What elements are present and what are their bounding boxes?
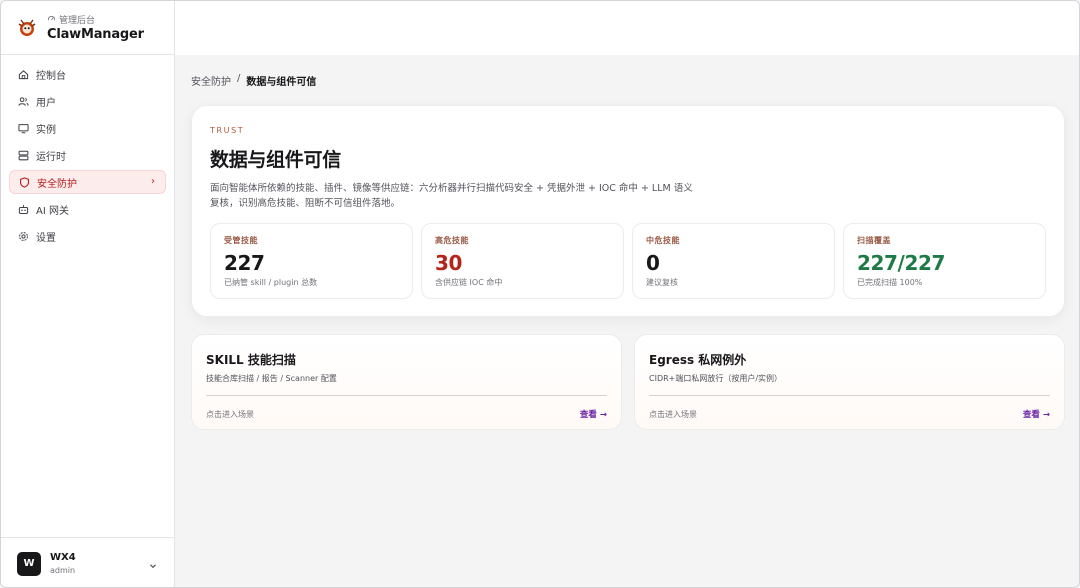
user-role: admin	[50, 566, 76, 575]
chevron-down-icon[interactable]	[148, 556, 158, 575]
dashboard-gauge-icon	[47, 14, 56, 26]
card-hint: 点击进入场景	[649, 409, 697, 419]
stat-label: 受管技能	[224, 236, 258, 245]
stat-card-high-risk: 高危技能 30 含供应链 IOC 命中	[421, 223, 624, 299]
brand-name: ClawManager	[47, 27, 144, 42]
stat-value: 30	[435, 251, 463, 275]
chevron-right-icon: ›	[151, 176, 155, 187]
sidebar-item-security[interactable]: 安全防护 ›	[9, 170, 166, 194]
divider	[206, 395, 607, 396]
user-name: WX4	[50, 552, 76, 563]
card-title: Egress 私网例外	[649, 353, 747, 367]
stat-value: 227/227	[857, 251, 946, 275]
view-link[interactable]: 查看 →	[1023, 408, 1050, 420]
stat-card-medium-risk: 中危技能 0 建议复核	[632, 223, 835, 299]
sidebar-nav: 控制台 用户 实例 运行时 安全防护 › AI 网关 设置	[1, 55, 174, 258]
sidebar-item-settings[interactable]: 设置	[9, 224, 166, 248]
top-bar	[175, 1, 1079, 55]
section-eyebrow: TRUST	[210, 126, 245, 135]
sidebar-item-ai-gateway[interactable]: AI 网关	[9, 197, 166, 221]
stats-row: 受管技能 227 已纳管 skill / plugin 总数 高危技能 30 含…	[210, 223, 1046, 299]
brand-subtitle: 管理后台	[59, 16, 96, 26]
page-title: 数据与组件可信	[210, 149, 341, 171]
sidebar-item-label: 设置	[36, 232, 56, 244]
sidebar-item-console[interactable]: 控制台	[9, 62, 166, 86]
sidebar-item-runtime[interactable]: 运行时	[9, 143, 166, 167]
avatar: W	[17, 551, 41, 576]
card-subtitle: 技能合库扫描 / 报告 / Scanner 配置	[206, 374, 337, 383]
stat-note: 含供应链 IOC 命中	[435, 278, 503, 287]
scenario-card-egress-exceptions[interactable]: Egress 私网例外 CIDR+端口私网放行（按用户/实例） 点击进入场景 查…	[634, 334, 1065, 430]
gear-icon	[18, 231, 29, 242]
sidebar-item-label: 用户	[36, 97, 56, 109]
server-icon	[18, 150, 29, 161]
view-link[interactable]: 查看 →	[580, 408, 607, 420]
home-icon	[18, 69, 29, 80]
card-title: SKILL 技能扫描	[206, 353, 296, 367]
stat-value: 0	[646, 251, 660, 275]
sidebar-item-label: 实例	[36, 124, 56, 136]
monitor-icon	[18, 123, 29, 134]
sidebar: 管理后台 ClawManager 控制台 用户 实例 运行时 安全防护 › AI…	[1, 1, 175, 587]
stat-note: 已纳管 skill / plugin 总数	[224, 278, 318, 287]
sidebar-item-label: 运行时	[36, 151, 66, 163]
card-subtitle: CIDR+端口私网放行（按用户/实例）	[649, 374, 783, 383]
app-window: 管理后台 ClawManager 控制台 用户 实例 运行时 安全防护 › AI…	[0, 0, 1080, 588]
stat-value: 227	[224, 251, 265, 275]
user-menu[interactable]: W WX4 admin	[1, 537, 174, 587]
sidebar-item-users[interactable]: 用户	[9, 89, 166, 113]
card-hint: 点击进入场景	[206, 409, 254, 419]
scenario-cards: SKILL 技能扫描 技能合库扫描 / 报告 / Scanner 配置 点击进入…	[191, 334, 1065, 430]
bot-icon	[18, 204, 29, 215]
breadcrumb-parent[interactable]: 安全防护	[191, 73, 231, 88]
breadcrumb-separator: /	[237, 73, 241, 84]
stat-card-scan-coverage: 扫描覆盖 227/227 已完成扫描 100%	[843, 223, 1046, 299]
users-icon	[18, 96, 29, 107]
sidebar-item-label: 控制台	[36, 70, 66, 82]
sidebar-item-instances[interactable]: 实例	[9, 116, 166, 140]
main-content: 安全防护 / 数据与组件可信 TRUST 数据与组件可信 面向智能体所依赖的技能…	[191, 55, 1065, 430]
scenario-card-skill-scan[interactable]: SKILL 技能扫描 技能合库扫描 / 报告 / Scanner 配置 点击进入…	[191, 334, 622, 430]
breadcrumb: 安全防护 / 数据与组件可信	[191, 73, 1065, 88]
breadcrumb-current: 数据与组件可信	[246, 77, 317, 88]
stat-label: 扫描覆盖	[857, 236, 891, 245]
claw-logo-icon	[15, 16, 39, 40]
page-description: 面向智能体所依赖的技能、插件、镜像等供应链：六分析器并行扫描代码安全 + 凭据外…	[210, 183, 693, 209]
brand[interactable]: 管理后台 ClawManager	[1, 1, 174, 55]
stat-note: 已完成扫描 100%	[857, 278, 923, 287]
stat-label: 高危技能	[435, 236, 469, 245]
shield-icon	[19, 176, 30, 188]
divider	[649, 395, 1050, 396]
stat-note: 建议复核	[646, 278, 678, 287]
stat-card-managed-skills: 受管技能 227 已纳管 skill / plugin 总数	[210, 223, 413, 299]
stat-label: 中危技能	[646, 236, 680, 245]
sidebar-item-label: 安全防护	[37, 178, 77, 190]
sidebar-item-label: AI 网关	[36, 205, 69, 217]
trust-overview-panel: TRUST 数据与组件可信 面向智能体所依赖的技能、插件、镜像等供应链：六分析器…	[191, 105, 1065, 317]
